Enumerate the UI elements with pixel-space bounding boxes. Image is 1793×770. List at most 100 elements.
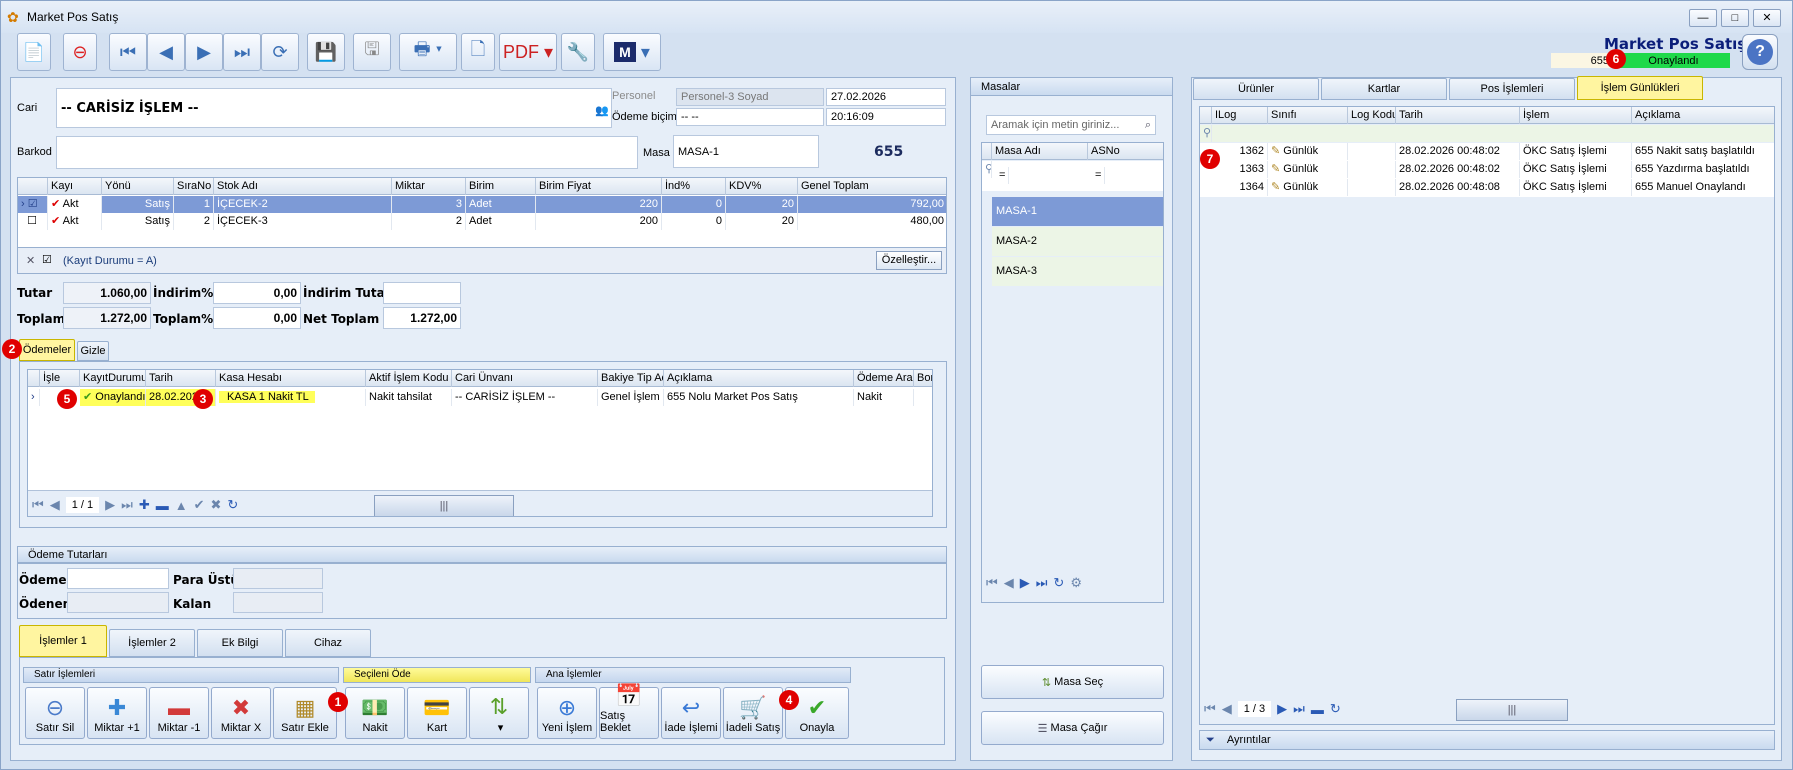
odeme-bicimi-field[interactable]: -- --	[676, 108, 824, 126]
first-record-icon[interactable]: ⏮	[109, 33, 147, 71]
close-button[interactable]: ✕	[1753, 9, 1781, 27]
col-odeme-ara[interactable]: Ödeme Ara	[854, 370, 914, 387]
list-item[interactable]: MASA-2	[992, 227, 1163, 256]
col-kasa-hesabi[interactable]: Kasa Hesabı	[216, 370, 366, 387]
kart-button[interactable]: 💳 Kart	[407, 687, 467, 739]
col-tarih[interactable]: Tarih	[146, 370, 216, 387]
col-yonu[interactable]: Yönü	[102, 178, 174, 195]
masa-sec-button[interactable]: ⇅ Masa Seç	[981, 665, 1164, 699]
refresh-icon[interactable]: ↻	[227, 497, 238, 513]
settings-icon[interactable]: ⚙	[1070, 575, 1082, 591]
masa-search-input[interactable]: Aramak için metin giriniz... ⌕	[986, 115, 1156, 135]
col-ilog[interactable]: ILog	[1212, 107, 1268, 124]
date-field[interactable]: 27.02.2026	[826, 88, 946, 106]
next-page-icon[interactable]: ▶	[1277, 701, 1287, 717]
first-page-icon[interactable]: ⏮	[986, 575, 998, 591]
col-isle[interactable]: İşle	[40, 370, 80, 387]
masa-filter-row[interactable]: ⚲ = =	[982, 161, 1163, 191]
table-row[interactable]: 1362 ✎ Günlük 28.02.2026 00:48:02 ÖKC Sa…	[1200, 143, 1774, 160]
satir-ekle-button[interactable]: ▦ Satır Ekle	[273, 687, 337, 739]
col-cari-unvani[interactable]: Cari Ünvanı	[452, 370, 598, 387]
time-field[interactable]: 20:16:09	[826, 108, 946, 126]
indirim-input[interactable]: 0,00	[213, 282, 301, 304]
last-page-icon[interactable]: ⏭	[121, 497, 133, 513]
barkod-input[interactable]	[56, 136, 638, 169]
first-page-icon[interactable]: ⏮	[1204, 701, 1216, 717]
add-record-icon[interactable]: ✚	[139, 497, 150, 513]
refresh-icon[interactable]: ↻	[1053, 575, 1064, 591]
col-tarih[interactable]: Tarih	[1396, 107, 1520, 124]
next-page-icon[interactable]: ▶	[105, 497, 115, 513]
miktar-plus-button[interactable]: ✚ Miktar +1	[87, 687, 147, 739]
edit-icon[interactable]: ▲	[175, 498, 188, 513]
table-row[interactable]: › ☑ ✔ Akt Satış 1 İÇECEK-2 3 Adet 220 0 …	[18, 196, 946, 213]
table-row[interactable]: 1364 ✎ Günlük 28.02.2026 00:48:08 ÖKC Sa…	[1200, 179, 1774, 196]
tab-kartlar[interactable]: Kartlar	[1321, 78, 1447, 100]
col-kayit[interactable]: Kayı	[48, 178, 102, 195]
details-bar[interactable]: ⏷ Ayrıntılar	[1199, 730, 1775, 750]
col-masa-adi[interactable]: Masa Adı	[992, 143, 1088, 160]
table-row[interactable]: › ✔ Onaylandı 28.02.2026 KASA 1 Nakit TL…	[28, 389, 932, 406]
col-kdv[interactable]: KDV%	[726, 178, 798, 195]
remove-record-icon[interactable]: ▬	[1311, 702, 1324, 717]
toplam-pct-input[interactable]: 0,00	[213, 307, 301, 329]
clear-filter-icon[interactable]: ✕	[26, 254, 35, 267]
save-close-icon[interactable]: 🖫	[353, 33, 391, 71]
print-icon[interactable]: 🖶 ▾	[399, 33, 457, 71]
save-icon[interactable]: 💾	[307, 33, 345, 71]
refresh-icon[interactable]: ⟳	[261, 33, 299, 71]
customize-button[interactable]: Özelleştir...	[876, 251, 942, 270]
cari-field[interactable]: -- CARİSİZ İŞLEM --	[56, 88, 612, 128]
first-page-icon[interactable]: ⏮	[32, 497, 44, 513]
nakit-button[interactable]: 💵 Nakit	[345, 687, 405, 739]
previous-record-icon[interactable]: ◀	[147, 33, 185, 71]
row-checkbox[interactable]: › ☑	[18, 196, 48, 213]
masa-cagir-button[interactable]: ☰ Masa Çağır	[981, 711, 1164, 745]
tab-urunler[interactable]: Ürünler	[1193, 78, 1319, 100]
table-row[interactable]: ☐ ✔ Akt Satış 2 İÇECEK-3 2 Adet 200 0 20…	[18, 213, 946, 230]
next-record-icon[interactable]: ▶	[185, 33, 223, 71]
miktar-minus-button[interactable]: ▬ Miktar -1	[149, 687, 209, 739]
horizontal-scrollbar[interactable]: |||	[374, 495, 514, 516]
prev-page-icon[interactable]: ◀	[1222, 701, 1232, 717]
last-page-icon[interactable]: ⏭	[1036, 575, 1048, 591]
col-kayit-durumu[interactable]: KayıtDurumu	[80, 370, 146, 387]
pdf-export-icon[interactable]: PDF ▾	[499, 33, 557, 71]
personel-field[interactable]: Personel-3 Soyad	[676, 88, 824, 106]
col-aktif-islem[interactable]: Aktif İşlem Kodu	[366, 370, 452, 387]
col-islem[interactable]: İşlem	[1520, 107, 1632, 124]
list-item[interactable]: MASA-3	[992, 257, 1163, 286]
horizontal-scrollbar[interactable]: |||	[1456, 699, 1568, 721]
col-bakiye[interactable]: Bakiye Tip Ac	[598, 370, 664, 387]
maximize-button[interactable]: □	[1721, 9, 1749, 27]
tab-gizle[interactable]: Gizle	[77, 341, 109, 361]
last-record-icon[interactable]: ⏭	[223, 33, 261, 71]
list-item[interactable]: MASA-1	[992, 197, 1163, 226]
people-icon[interactable]: 👥	[595, 104, 609, 117]
col-log-kodu[interactable]: Log Kodu	[1348, 107, 1396, 124]
minimize-button[interactable]: —	[1689, 9, 1717, 27]
log-filter-row[interactable]: ⚲	[1200, 125, 1774, 142]
tab-ek-bilgi[interactable]: Ek Bilgi	[197, 629, 283, 657]
tab-islemler-2[interactable]: İşlemler 2	[109, 629, 195, 657]
remove-record-icon[interactable]: ▬	[156, 498, 169, 513]
filter-checkbox[interactable]: ☑	[42, 253, 52, 266]
satis-beklet-button[interactable]: 📅 Satış Beklet	[599, 684, 659, 739]
tab-odemeler[interactable]: Ödemeler	[19, 339, 75, 361]
help-button[interactable]: ?	[1742, 34, 1778, 70]
col-stok-adi[interactable]: Stok Adı	[214, 178, 392, 195]
next-page-icon[interactable]: ▶	[1020, 575, 1030, 591]
col-sinifi[interactable]: Sınıfı	[1268, 107, 1348, 124]
col-birim-fiyat[interactable]: Birim Fiyat	[536, 178, 662, 195]
col-aciklama[interactable]: Açıklama	[664, 370, 854, 387]
refresh-icon[interactable]: ↻	[1330, 701, 1341, 717]
cancel-icon[interactable]: ✖	[211, 497, 222, 513]
miktar-x-button[interactable]: ✖ Miktar X	[211, 687, 271, 739]
col-aciklama[interactable]: Açıklama	[1632, 107, 1774, 124]
row-checkbox[interactable]: ☐	[18, 213, 48, 230]
new-icon[interactable]: 📄	[17, 33, 51, 71]
odeme-input[interactable]	[67, 568, 169, 589]
col-ind[interactable]: İnd%	[662, 178, 726, 195]
prev-page-icon[interactable]: ◀	[50, 497, 60, 513]
last-page-icon[interactable]: ⏭	[1293, 701, 1305, 717]
